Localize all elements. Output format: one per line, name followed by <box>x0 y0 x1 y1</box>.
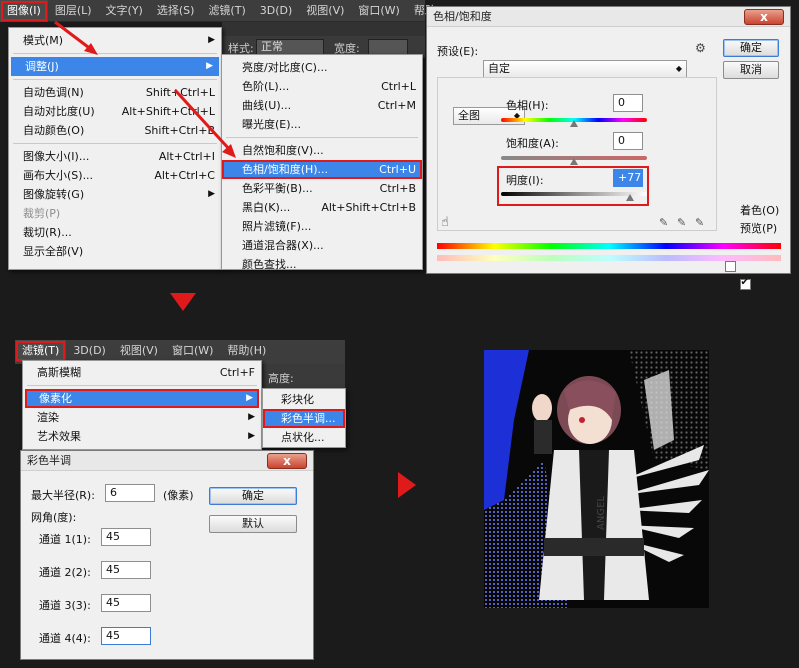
eyedropper-icon[interactable]: ✎ <box>659 216 668 229</box>
top-left-panel: 图像(I) 图层(L) 文字(Y) 选择(S) 滤镜(T) 3D(D) 视图(V… <box>0 0 436 272</box>
right-arrow-icon <box>398 472 416 498</box>
dialog-title: 色相/饱和度 <box>427 7 790 27</box>
saturation-slider-thumb[interactable] <box>570 158 578 165</box>
menu-item-facet[interactable]: 彩块化 <box>263 390 345 409</box>
hue-label: 色相(H): <box>506 99 549 112</box>
red-arrows-overlay <box>54 20 236 158</box>
lightness-input[interactable]: +77 <box>613 169 643 187</box>
arrow-to-adjust-icon <box>54 20 98 55</box>
preset-select[interactable]: 自定 ◆ <box>483 60 687 78</box>
menu-item-pointillize[interactable]: 点状化... <box>263 428 345 447</box>
menu-item-gaussian-blur[interactable]: 高斯模糊 Ctrl+F <box>23 363 261 382</box>
gear-icon[interactable]: ⚙ <box>695 41 706 55</box>
ok-button[interactable]: 确定 <box>723 39 779 57</box>
colorize-checkbox[interactable] <box>725 260 736 272</box>
color-bar-bottom <box>437 255 781 261</box>
channel-4-label: 通道 4(4): <box>39 632 91 645</box>
channel-1-input[interactable]: 45 <box>101 528 151 546</box>
radius-label: 最大半径(R): <box>31 489 95 502</box>
anime-character-image: ANGEL <box>484 350 709 608</box>
preset-label: 预设(E): <box>437 45 479 58</box>
channel-1-label: 通道 1(1): <box>39 533 91 546</box>
eyedropper-minus-icon[interactable]: ✎ <box>695 216 704 229</box>
check-icon: ✔ <box>740 276 749 288</box>
channel-3-label: 通道 3(3): <box>39 599 91 612</box>
menu-item-color-halftone[interactable]: 彩色半调... <box>263 409 345 428</box>
channel-3-input[interactable]: 45 <box>101 594 151 612</box>
channel-2-input[interactable]: 45 <box>101 561 151 579</box>
channel-2-label: 通道 2(2): <box>39 566 91 579</box>
hand-tool-icon[interactable]: ☝ <box>441 215 449 230</box>
adjust-group <box>437 77 717 231</box>
lightness-slider-track <box>501 192 647 196</box>
menu-item-render[interactable]: 渲染 ▶ <box>23 408 261 427</box>
arrow-to-hue-sat-icon <box>173 88 236 158</box>
close-button[interactable]: x <box>744 9 784 25</box>
saturation-label: 饱和度(A): <box>506 137 559 150</box>
angel-text: ANGEL <box>596 496 607 530</box>
menu-item-pixelate[interactable]: 像素化 ▶ <box>25 389 259 408</box>
menubar-item-help[interactable]: 帮助(H) <box>220 340 273 362</box>
lightness-slider-thumb[interactable] <box>626 194 635 201</box>
color-bar-top <box>437 243 781 249</box>
ok-button[interactable]: 确定 <box>209 487 297 505</box>
color-halftone-dialog: 彩色半调 x 最大半径(R): 6 (像素) 确定 默认 网角(度): 通道 1… <box>20 450 314 660</box>
screen-angles-label: 网角(度): <box>31 511 77 524</box>
menu-item-artistic[interactable]: 艺术效果 ▶ <box>23 427 261 446</box>
radius-input[interactable]: 6 <box>105 484 155 502</box>
pixelate-submenu: 彩块化 彩色半调... 点状化... <box>262 388 346 448</box>
menubar-item-filter[interactable]: 滤镜(T) <box>15 340 67 362</box>
preview-label: 预览(P) <box>740 222 778 235</box>
channel-4-input[interactable]: 45 <box>101 627 151 645</box>
bottom-options-bar: 高度: <box>262 364 345 389</box>
filter-menu: 高斯模糊 Ctrl+F 像素化 ▶ 渲染 ▶ 艺术效果 ▶ <box>22 360 262 450</box>
default-button[interactable]: 默认 <box>209 515 297 533</box>
menubar-item-window[interactable]: 窗口(W) <box>165 340 220 362</box>
result-illustration: ANGEL <box>484 350 709 608</box>
saturation-input[interactable]: 0 <box>613 132 643 150</box>
menubar-item-3d[interactable]: 3D(D) <box>66 340 113 362</box>
down-arrow-icon <box>170 293 196 311</box>
menubar-item-view[interactable]: 视图(V) <box>113 340 165 362</box>
lightness-label: 明度(I): <box>506 174 544 187</box>
radius-unit: (像素) <box>163 489 194 502</box>
hue-slider-thumb[interactable] <box>570 120 578 127</box>
preview-checkbox[interactable]: ✔ <box>739 276 751 290</box>
hue-saturation-dialog: 色相/饱和度 x 预设(E): 自定 ◆ ⚙ 确定 取消 全图 ◆ 色相(H): 0… <box>426 6 791 290</box>
close-button[interactable]: x <box>267 453 307 469</box>
hue-input[interactable]: 0 <box>613 94 643 112</box>
cancel-button[interactable]: 取消 <box>723 61 779 79</box>
height-label: 高度: <box>268 372 294 385</box>
dropdown-arrow-icon: ◆ <box>675 64 682 73</box>
colorize-label: 着色(O) <box>740 204 780 217</box>
separator <box>27 385 257 386</box>
eyedropper-plus-icon[interactable]: ✎ <box>677 216 686 229</box>
